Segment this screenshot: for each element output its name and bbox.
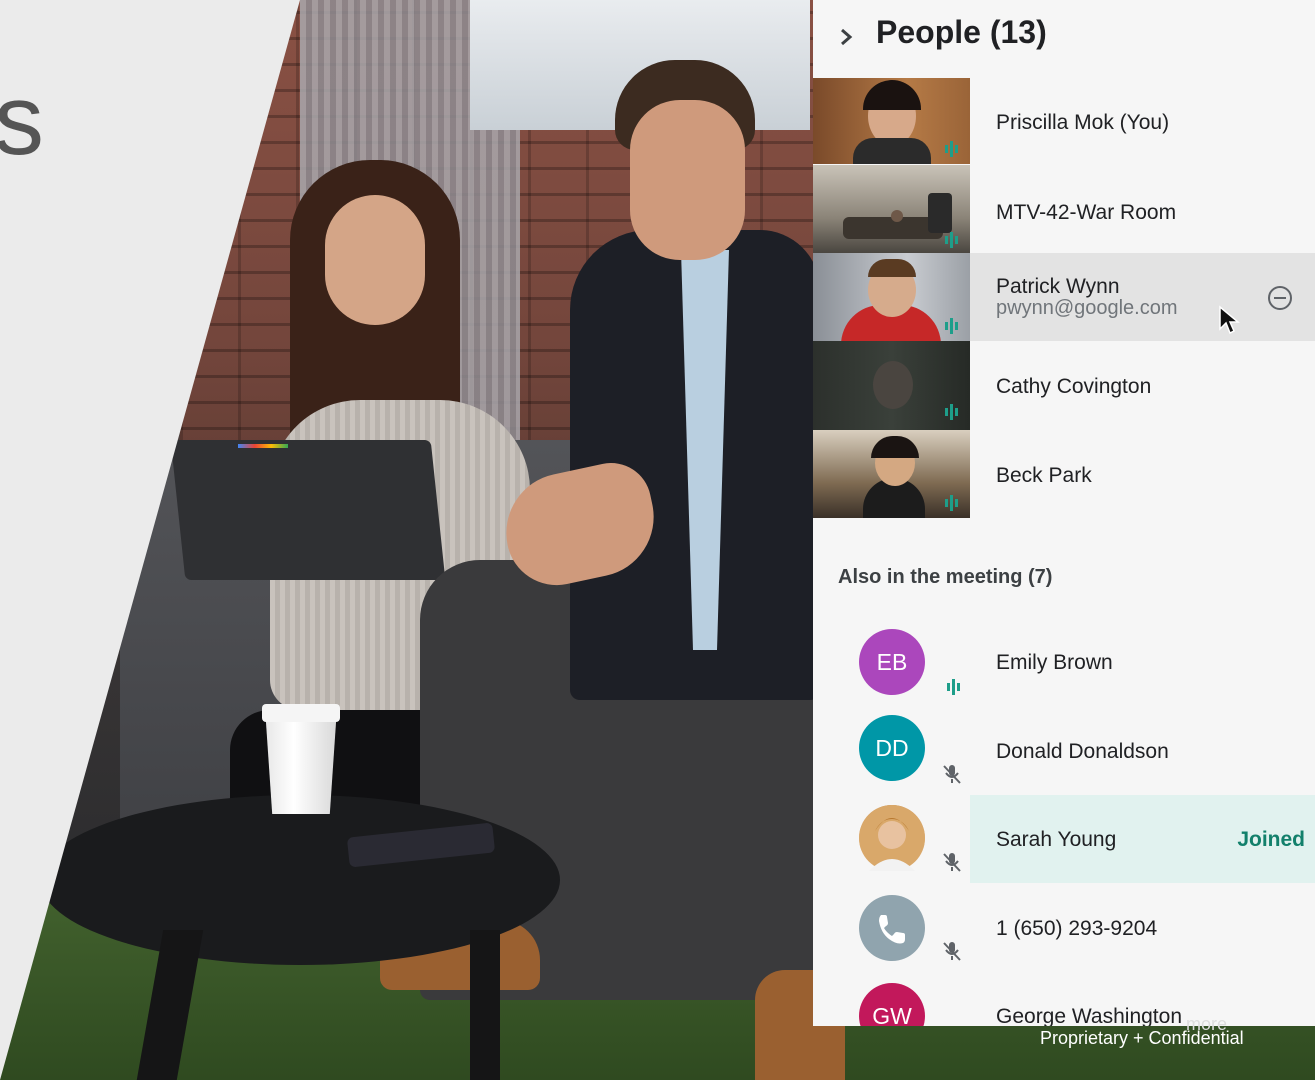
participant-name: Priscilla Mok (You) (996, 111, 1170, 134)
also-in-meeting-heading: Also in the meeting (7) (838, 566, 1053, 588)
avatar: EB (859, 629, 925, 695)
remove-participant-icon[interactable] (1267, 285, 1293, 311)
participant-row[interactable]: Beck Park (813, 430, 1315, 518)
attendee-name: George Washington (996, 1005, 1182, 1026)
avatar-photo (859, 805, 925, 871)
participant-video (813, 165, 970, 253)
laptop (170, 440, 446, 580)
coffee-cup (265, 708, 337, 814)
footer-label: Proprietary + Confidential more (1040, 1014, 1244, 1049)
mic-off-icon (943, 765, 961, 784)
footer-overlap-text: more (1186, 1014, 1228, 1034)
participant-name: Cathy Covington (996, 375, 1152, 398)
participant-row[interactable]: MTV-42-War Room (813, 165, 1315, 253)
speaking-icon (945, 232, 958, 248)
attendee-name: Emily Brown (996, 651, 1113, 674)
participant-row[interactable]: Cathy Covington (813, 341, 1315, 430)
panel-header: People (13) (813, 0, 1315, 78)
participant-name: MTV-42-War Room (996, 201, 1177, 224)
participant-name: Patrick Wynn (996, 275, 1120, 298)
attendee-row[interactable]: DD Donald Donaldson (813, 707, 1315, 795)
joined-badge: Joined (1237, 828, 1305, 851)
attendee-row[interactable]: GW George Washington (813, 973, 1315, 1026)
chevron-right-icon[interactable] (837, 23, 857, 51)
speaking-icon (945, 404, 958, 420)
table-leg (470, 930, 500, 1080)
people-panel: People (13) Priscilla Mok (You) MTV-42-W… (813, 0, 1315, 1026)
mouse-cursor-icon (1219, 305, 1240, 335)
avatar (859, 895, 925, 961)
participant-video (813, 341, 970, 430)
attendee-name: Sarah Young (996, 828, 1117, 851)
attendee-row[interactable]: EB Emily Brown (813, 617, 1315, 707)
panel-title: People (13) (876, 14, 1047, 50)
participant-video (813, 253, 970, 341)
participant-row[interactable]: Priscilla Mok (You) (813, 78, 1315, 165)
mic-off-icon (943, 942, 961, 961)
participant-email: pwynn@google.com (996, 297, 1178, 319)
laptop-strip (238, 444, 288, 448)
participant-video (813, 430, 970, 518)
speaking-icon (945, 495, 958, 511)
speaking-icon (945, 141, 958, 157)
avatar-photo-icon (859, 805, 925, 871)
speaking-icon (945, 318, 958, 334)
participant-name: Beck Park (996, 464, 1092, 487)
phone-icon (879, 915, 905, 944)
attendee-row-joined[interactable]: Sarah Young Joined (813, 795, 1315, 883)
coffee-cup-lid (262, 704, 340, 722)
speaking-icon (947, 679, 960, 695)
slide-title-fragment: s (0, 64, 44, 176)
attendee-row[interactable]: 1 (650) 293-9204 (813, 883, 1315, 973)
avatar: GW (859, 983, 925, 1026)
mic-off-icon (943, 853, 961, 872)
participant-video (813, 78, 970, 164)
avatar: DD (859, 715, 925, 781)
attendee-name: 1 (650) 293-9204 (996, 917, 1158, 940)
attendee-name: Donald Donaldson (996, 740, 1169, 763)
